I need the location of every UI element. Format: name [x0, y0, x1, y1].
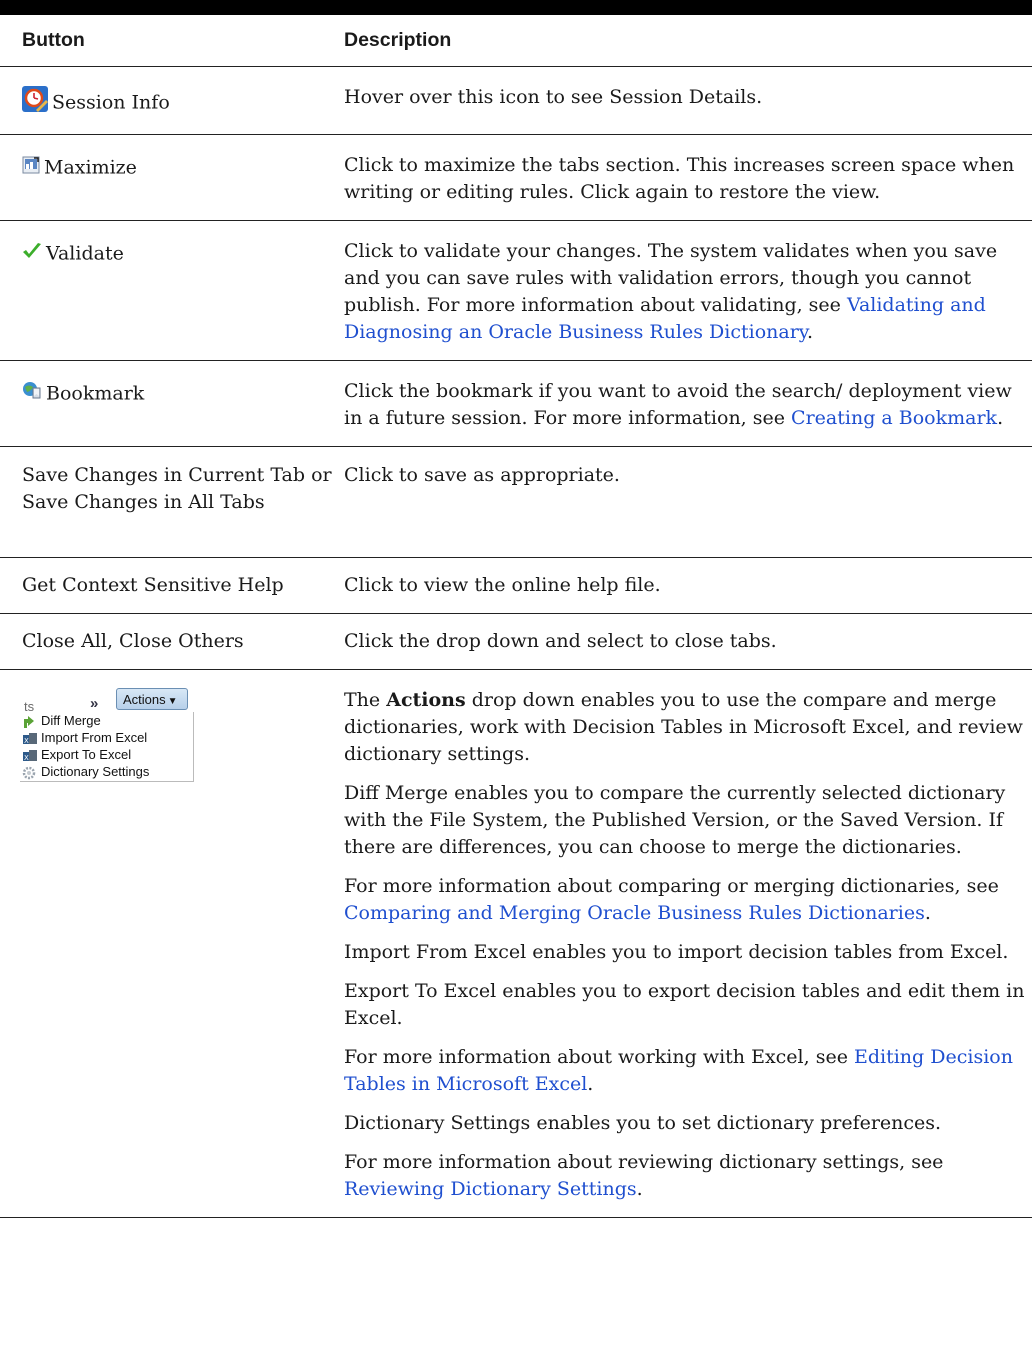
table-row: Close All, Close Others Click the drop d…	[0, 613, 1032, 670]
description-text: Import From Excel enables you to import …	[344, 941, 1009, 963]
import-excel-icon: X	[23, 732, 37, 745]
description-cell: Hover over this icon to see Session Deta…	[340, 66, 1032, 135]
button-label: Maximize	[44, 156, 137, 179]
menu-item-label: Dictionary Settings	[41, 764, 150, 779]
diff-merge-icon	[24, 715, 34, 728]
top-bar	[0, 0, 1032, 15]
button-cell: Maximize	[0, 134, 340, 221]
button-label: Session Info	[52, 91, 170, 114]
menu-item-import-excel[interactable]: X Import From Excel	[20, 729, 193, 746]
table-header-row: Button Description	[0, 15, 1032, 67]
menu-item-label: Diff Merge	[41, 713, 101, 728]
table-row: Bookmark Click the bookmark if you want …	[0, 360, 1032, 447]
button-cell: Save Changes in Current Tab or Save Chan…	[0, 446, 340, 558]
description-cell: Click the bookmark if you want to avoid …	[340, 360, 1032, 447]
button-label: Save Changes in Current Tab or Save Chan…	[22, 464, 332, 513]
gear-icon	[22, 766, 36, 779]
description-text-part: .	[924, 902, 931, 924]
description-text-part: .	[636, 1178, 643, 1200]
description-text: For more information about comparing or …	[344, 873, 1028, 927]
button-label: Close All, Close Others	[22, 630, 244, 652]
menu-item-export-excel[interactable]: X Export To Excel	[20, 746, 193, 763]
button-description-table: Button Description Session Info Hover ov	[0, 15, 1032, 1218]
actions-button-label: Actions	[123, 692, 166, 707]
checkmark-icon[interactable]	[22, 241, 42, 268]
menu-item-label: Export To Excel	[41, 747, 132, 762]
table-row: ts » Actions ▼ Diff Merge X Import From Ex…	[0, 669, 1032, 1218]
description-cell: Click to save as appropriate.	[340, 446, 1032, 558]
svg-text:X: X	[24, 754, 29, 762]
description-cell: Click to maximize the tabs section. This…	[340, 134, 1032, 221]
button-cell: Session Info	[0, 66, 340, 135]
link-comparing-merging[interactable]: Comparing and Merging Oracle Business Ru…	[344, 902, 925, 924]
session-clock-icon[interactable]	[22, 86, 48, 120]
description-cell: Click to view the online help file.	[340, 557, 1032, 614]
menu-item-diff-merge[interactable]: Diff Merge	[20, 712, 193, 729]
table-row: Maximize Click to maximize the tabs sect…	[0, 134, 1032, 221]
description-text: Export To Excel enables you to export de…	[344, 980, 1025, 1029]
description-text-part: For more information about reviewing dic…	[344, 1151, 944, 1173]
button-cell: Validate	[0, 220, 340, 361]
table-row: Validate Click to validate your changes.…	[0, 220, 1032, 361]
actions-menu-screenshot: ts » Actions ▼ Diff Merge X Import From Ex…	[20, 688, 195, 782]
description-cell: Click to validate your changes. The syst…	[340, 220, 1032, 361]
description-text-part: For more information about working with …	[344, 1046, 854, 1068]
button-label: Get Context Sensitive Help	[22, 574, 284, 596]
description-text: Click the bookmark if you want to avoid …	[344, 378, 1028, 432]
description-text-part: The	[344, 689, 387, 711]
header-button: Button	[0, 15, 340, 67]
description-text: The Actions drop down enables you to use…	[344, 687, 1028, 768]
button-cell: Bookmark	[0, 360, 340, 447]
description-text: Click to view the online help file.	[344, 574, 661, 596]
description-text: Click to maximize the tabs section. This…	[344, 154, 1015, 203]
description-text: Hover over this icon to see Session Deta…	[344, 86, 763, 108]
link-reviewing-dictionary-settings[interactable]: Reviewing Dictionary Settings	[344, 1178, 637, 1200]
description-bold-term: Actions	[386, 689, 466, 711]
maximize-icon[interactable]	[22, 155, 40, 182]
button-label: Bookmark	[46, 382, 145, 405]
menu-item-label: Import From Excel	[41, 730, 148, 745]
table-row: Get Context Sensitive Help Click to view…	[0, 557, 1032, 614]
description-cell: Click the drop down and select to close …	[340, 613, 1032, 670]
description-text: Click to save as appropriate.	[344, 464, 620, 486]
header-description: Description	[340, 15, 1032, 67]
button-cell: Get Context Sensitive Help	[0, 557, 340, 614]
table-row: Save Changes in Current Tab or Save Chan…	[0, 446, 1032, 558]
actions-dropdown-button[interactable]: Actions ▼	[116, 688, 188, 710]
export-excel-icon: X	[23, 749, 37, 762]
button-cell: ts » Actions ▼ Diff Merge X Import From Ex…	[0, 669, 340, 1218]
description-text: Click to validate your changes. The syst…	[344, 238, 1028, 346]
menu-item-dictionary-settings[interactable]: Dictionary Settings	[20, 763, 193, 780]
description-text-part: .	[807, 321, 814, 343]
description-cell: The Actions drop down enables you to use…	[340, 669, 1032, 1218]
svg-text:X: X	[24, 737, 29, 745]
description-text-part: .	[997, 407, 1004, 429]
description-text-part: For more information about comparing or …	[344, 875, 999, 897]
description-text: For more information about working with …	[344, 1044, 1028, 1098]
description-text: Diff Merge enables you to compare the cu…	[344, 782, 1006, 858]
table-row: Session Info Hover over this icon to see…	[0, 66, 1032, 135]
caret-down-icon: ▼	[167, 696, 178, 707]
button-cell: Close All, Close Others	[0, 613, 340, 670]
bookmark-icon[interactable]	[22, 380, 42, 408]
link-creating-bookmark[interactable]: Creating a Bookmark	[791, 407, 997, 429]
description-text-part: .	[587, 1073, 594, 1095]
description-text: For more information about reviewing dic…	[344, 1149, 1028, 1203]
description-text: Dictionary Settings enables you to set d…	[344, 1112, 942, 1134]
button-label: Validate	[46, 242, 124, 265]
actions-dropdown-list: Diff Merge X Import From Excel X Export To…	[20, 712, 194, 782]
description-text: Click the drop down and select to close …	[344, 630, 777, 652]
